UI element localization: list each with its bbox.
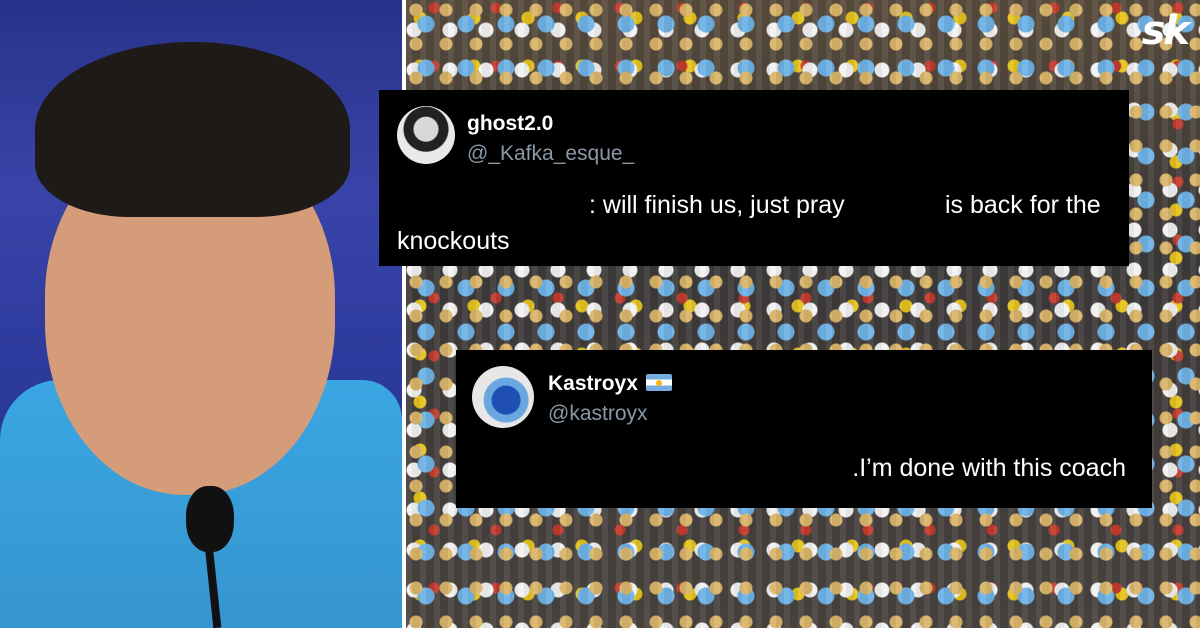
coach-photo	[0, 0, 402, 628]
tweet-text-part-3: knockouts	[397, 227, 510, 255]
tweet-text-part-1: : will finish us, just pray	[589, 191, 845, 219]
display-name[interactable]: ghost2.0	[467, 112, 553, 136]
tweet-text: .I’m done with this coach	[852, 454, 1126, 482]
display-name[interactable]: Kastroyx	[548, 372, 638, 395]
tweet-card-kastroyx: Kastroyx @kastroyx .I’m done with this c…	[456, 350, 1152, 508]
hair	[35, 42, 350, 217]
avatar[interactable]	[397, 106, 455, 164]
user-handle[interactable]: @_Kafka_esque_	[467, 142, 634, 166]
display-name-row[interactable]: Kastroyx	[548, 372, 672, 396]
tweet-card-ghost: ghost2.0 @_Kafka_esque_ : will finish us…	[379, 90, 1129, 266]
sportskeeda-logo: sk	[1141, 8, 1190, 54]
avatar[interactable]	[472, 366, 534, 428]
microphone	[186, 486, 234, 552]
user-handle[interactable]: @kastroyx	[548, 402, 648, 426]
argentina-flag-icon	[645, 374, 672, 391]
tweet-text-part-2: is back for the	[945, 191, 1101, 219]
